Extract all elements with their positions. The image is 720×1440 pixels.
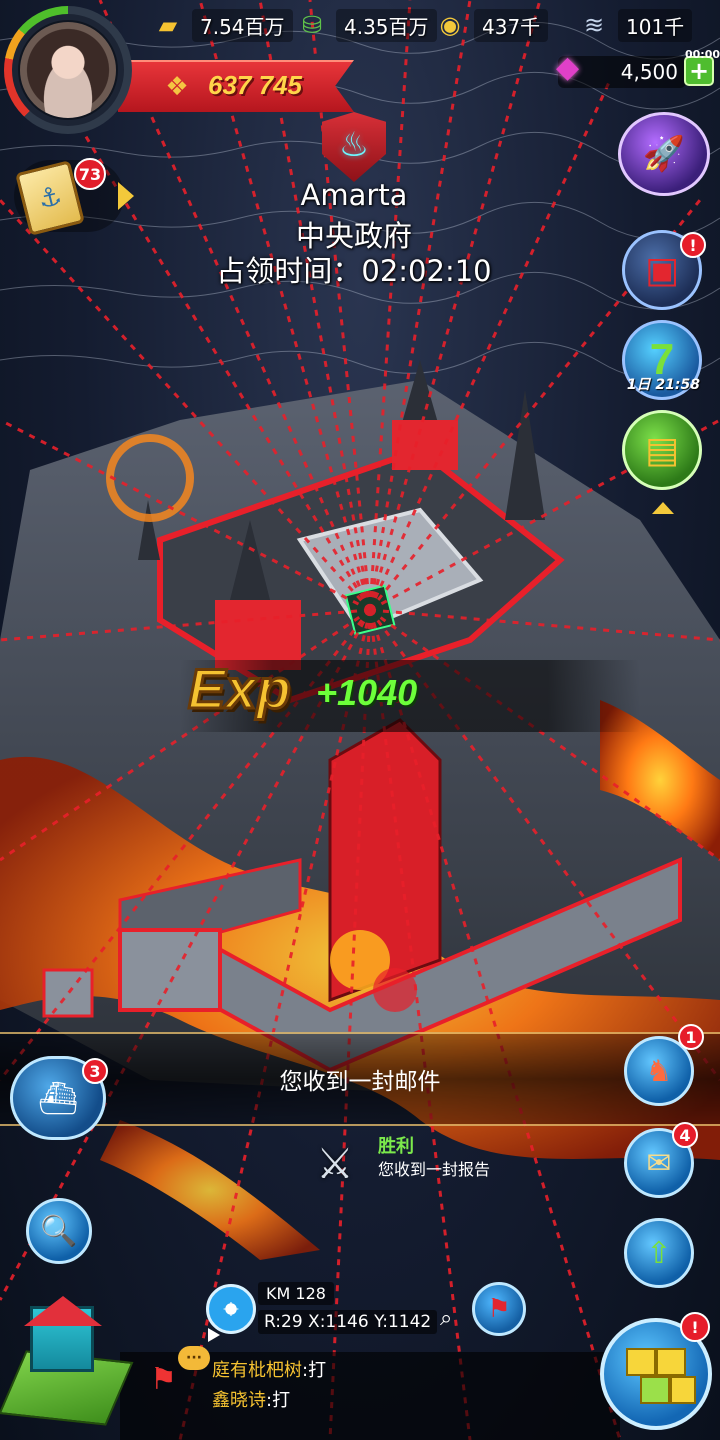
eagle-rank-icon: ❖ <box>165 72 189 102</box>
upgrade-book-button[interactable]: ⇧ <box>624 1218 694 1288</box>
build-alert-badge: ! <box>680 1312 710 1342</box>
explosion <box>373 968 417 1012</box>
chat-message: 鑫晓诗:打 <box>212 1386 290 1412</box>
crosshair-icon: ⌖ <box>223 1292 239 1325</box>
occupy-timer: 占领时间：02:02:10 <box>216 254 492 288</box>
resource-gold-value: 7.54百万 <box>192 8 293 42</box>
search-map-button[interactable]: 🔍 <box>26 1198 92 1264</box>
search-icon: 🔍 <box>40 1213 78 1249</box>
report-title: 胜利 <box>378 1136 414 1157</box>
resource-oil-value: 4.35百万 <box>336 8 437 42</box>
build-block-icon <box>640 1376 670 1404</box>
spire-base <box>392 420 458 470</box>
player-avatar[interactable] <box>4 6 132 134</box>
collapse-arrow-icon[interactable] <box>652 502 674 514</box>
home-base-button[interactable] <box>0 1296 134 1432</box>
fleet-ship-icon: ⛴ <box>37 1079 79 1117</box>
chat-user: 鑫晓诗 <box>212 1390 266 1411</box>
bunker <box>42 968 94 1018</box>
fleet-badge: 3 <box>82 1058 108 1084</box>
mail-notice-text: 您收到一封邮件 <box>279 1069 441 1095</box>
resource-alloy-value: 101千 <box>618 8 693 42</box>
oil-barrel-icon: ⛁ <box>301 11 323 39</box>
power-value: 637 745 <box>208 70 302 100</box>
bookmark-button[interactable]: ⚑ <box>472 1282 526 1336</box>
resource-gold[interactable]: ▰ 7.54百万 <box>150 8 293 42</box>
expand-arrow-icon[interactable] <box>118 182 134 210</box>
resource-steel[interactable]: ◉ 437千 <box>432 8 549 42</box>
alloy-stack-icon: ≋ <box>583 11 605 39</box>
report-subtitle: 您收到一封报告 <box>378 1160 491 1179</box>
locate-target-button[interactable]: ⌖ <box>206 1284 256 1334</box>
chat-message: 庭有枇杷树:打 <box>212 1356 326 1382</box>
crossed-swords-icon: ⚔ <box>316 1138 354 1188</box>
bunker <box>118 928 222 1012</box>
gold-bars-icon: ▰ <box>158 11 178 39</box>
build-block-icon <box>670 1376 696 1404</box>
lava-flow <box>100 1120 320 1260</box>
quest-badge: 73 <box>74 158 106 190</box>
chat-bubble-icon[interactable]: ··· <box>178 1346 210 1370</box>
battleship-icon: 🚀 <box>642 134 686 174</box>
treasure-chest-icon: ▤ <box>644 429 679 471</box>
resource-steel-value: 437千 <box>474 8 549 42</box>
city-owner: Amarta <box>300 178 408 212</box>
exp-label: Exp <box>187 656 293 722</box>
build-block-icon <box>656 1348 686 1376</box>
chat-text: :打 <box>302 1360 327 1381</box>
server-label: KM 128 <box>258 1282 334 1305</box>
steel-coin-icon: ◉ <box>439 11 461 39</box>
map-pin-icon: ⚑ <box>487 1294 511 1324</box>
gift-alert-badge: ! <box>680 232 706 258</box>
play-arrow-icon[interactable] <box>208 1328 220 1342</box>
flame-icon: ♨ <box>338 125 370 165</box>
mail-alert-badge: 4 <box>672 1122 698 1148</box>
treasure-chest-button[interactable]: ▤ <box>622 410 702 490</box>
upgrade-book-icon: ⇧ <box>646 1235 672 1271</box>
gem-icon: ◆ <box>556 50 580 85</box>
gem-timer: 00:00 <box>684 48 720 61</box>
chat-user: 庭有枇杷树 <box>212 1360 302 1381</box>
hero-alert-badge: 1 <box>678 1024 704 1050</box>
coordinate-readout[interactable]: R:29 X:1146 Y:1142 <box>258 1310 438 1334</box>
battleship-event-button[interactable]: 🚀 <box>618 112 710 196</box>
resource-alloy[interactable]: ≋ 101千 <box>576 8 693 42</box>
coordinate-search-icon[interactable]: ⌕ <box>440 1306 452 1331</box>
resource-oil[interactable]: ⛁ 4.35百万 <box>294 8 437 42</box>
hero-icon: ♞ <box>645 1053 673 1089</box>
gift-box-icon: ▣ <box>644 249 679 291</box>
chat-text: :打 <box>266 1390 291 1411</box>
build-block-icon <box>626 1348 656 1376</box>
avatar-portrait <box>18 20 118 120</box>
seven-day-timer: 1日 21:58 <box>626 377 700 393</box>
mail-envelope-icon: ✉ <box>646 1145 672 1181</box>
exp-gain-value: +1040 <box>316 672 418 713</box>
gem-value: 4,500 <box>620 60 678 84</box>
